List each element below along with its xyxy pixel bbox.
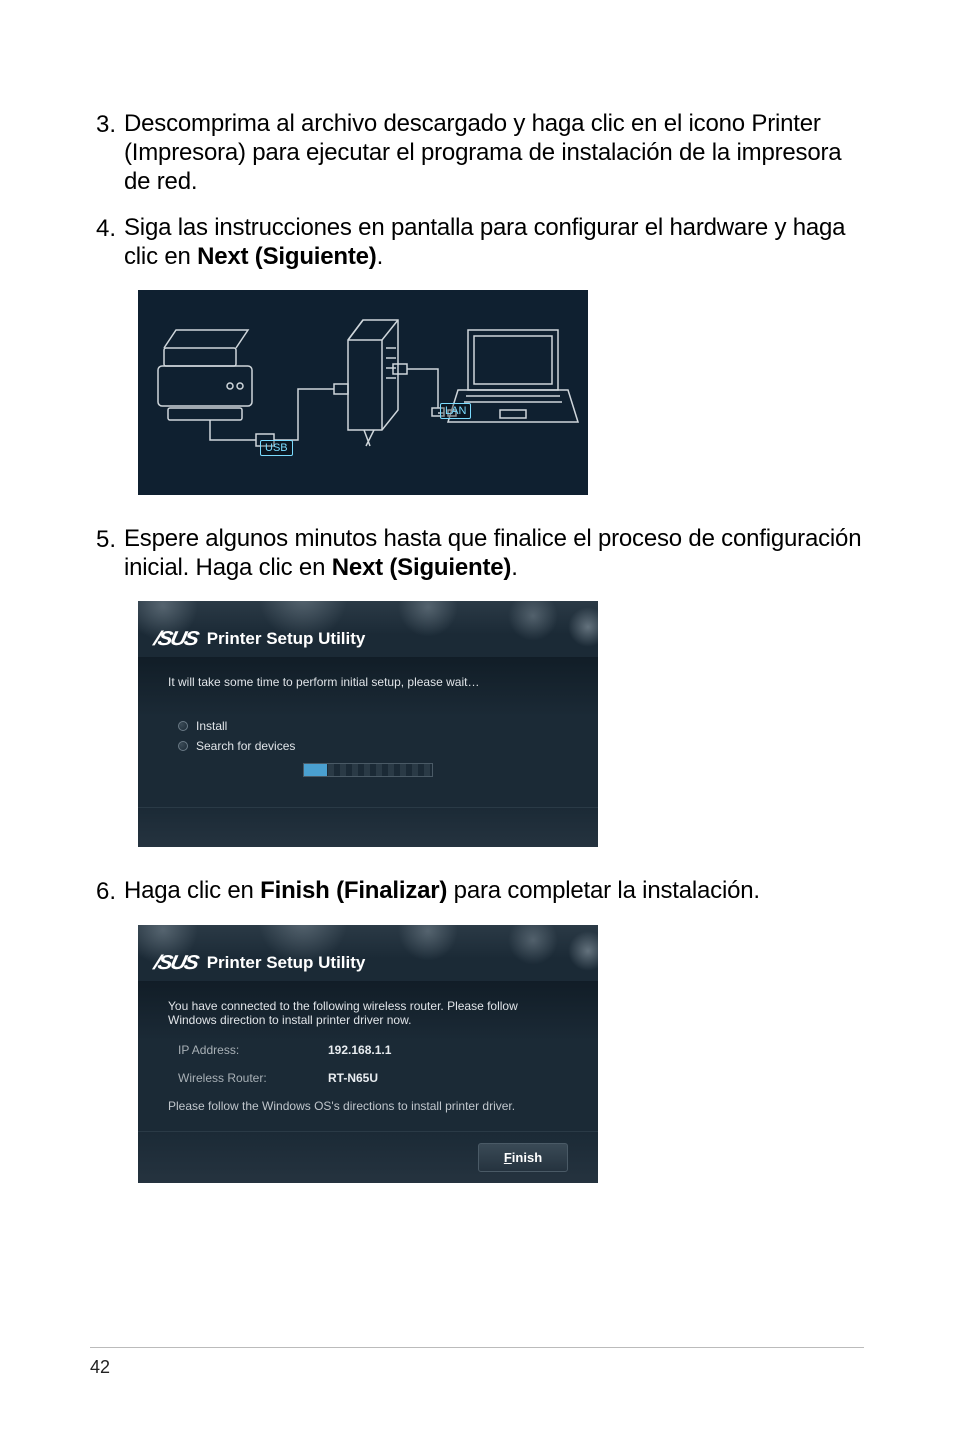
- asus-logo: /SUS: [152, 952, 199, 975]
- step-number: 5.: [90, 525, 124, 583]
- kv-ip: IP Address: 192.168.1.1: [178, 1043, 568, 1057]
- psu-footer: Finish: [138, 1131, 598, 1183]
- finish-button[interactable]: Finish: [478, 1143, 568, 1172]
- psu-message: You have connected to the following wire…: [168, 999, 568, 1027]
- hardware-diagram: USB LAN: [138, 290, 588, 495]
- radio-label: Install: [196, 719, 227, 733]
- router-label: Wireless Router:: [178, 1071, 328, 1085]
- step-5: 5. Espere algunos minutos hasta que fina…: [90, 525, 864, 583]
- progress-fill: [304, 764, 327, 776]
- progress-bar: [303, 763, 433, 777]
- psu-title: Printer Setup Utility: [207, 953, 366, 973]
- radio-icon: [178, 721, 188, 731]
- step-number: 3.: [90, 110, 124, 196]
- ip-value: 192.168.1.1: [328, 1043, 391, 1057]
- radio-install: Install: [178, 719, 568, 733]
- page-number: 42: [90, 1357, 110, 1378]
- step-4: 4. Siga las instrucciones en pantalla pa…: [90, 214, 864, 272]
- psu-body: You have connected to the following wire…: [138, 981, 598, 1131]
- router-value: RT-N65U: [328, 1071, 378, 1085]
- psu-header: /SUS Printer Setup Utility: [138, 601, 598, 657]
- radio-icon: [178, 741, 188, 751]
- figure-setup-finish: /SUS Printer Setup Utility You have conn…: [138, 925, 864, 1183]
- footer-rule: [90, 1347, 864, 1348]
- psu-note: Please follow the Windows OS's direction…: [168, 1099, 568, 1113]
- figure-setup-initial: /SUS Printer Setup Utility It will take …: [138, 601, 864, 847]
- step-text: Espere algunos minutos hasta que finalic…: [124, 525, 864, 583]
- radio-label: Search for devices: [196, 739, 295, 753]
- finish-rest: inish: [512, 1150, 542, 1165]
- finish-mnemonic: F: [504, 1150, 512, 1165]
- psu-title: Printer Setup Utility: [207, 629, 366, 649]
- step-text: Descomprima al archivo descargado y haga…: [124, 110, 864, 196]
- printer-setup-window-finish: /SUS Printer Setup Utility You have conn…: [138, 925, 598, 1183]
- lan-label: LAN: [440, 403, 471, 419]
- psu-message: It will take some time to perform initia…: [168, 675, 568, 689]
- psu-footer: [138, 807, 598, 847]
- step-6: 6. Haga clic en Finish (Finalizar) para …: [90, 877, 864, 907]
- page-content: 3. Descomprima al archivo descargado y h…: [0, 0, 954, 1183]
- step-text: Haga clic en Finish (Finalizar) para com…: [124, 877, 760, 907]
- radio-search: Search for devices: [178, 739, 568, 753]
- kv-router: Wireless Router: RT-N65U: [178, 1071, 568, 1085]
- hardware-svg: [138, 290, 588, 495]
- psu-header: /SUS Printer Setup Utility: [138, 925, 598, 981]
- step-text: Siga las instrucciones en pantalla para …: [124, 214, 864, 272]
- printer-setup-window: /SUS Printer Setup Utility It will take …: [138, 601, 598, 847]
- usb-label: USB: [260, 440, 293, 456]
- asus-logo: /SUS: [152, 628, 199, 651]
- step-number: 6.: [90, 877, 124, 907]
- step-3: 3. Descomprima al archivo descargado y h…: [90, 110, 864, 196]
- step-number: 4.: [90, 214, 124, 272]
- figure-hardware-diagram: USB LAN: [138, 290, 864, 495]
- psu-body: It will take some time to perform initia…: [138, 657, 598, 807]
- ip-label: IP Address:: [178, 1043, 328, 1057]
